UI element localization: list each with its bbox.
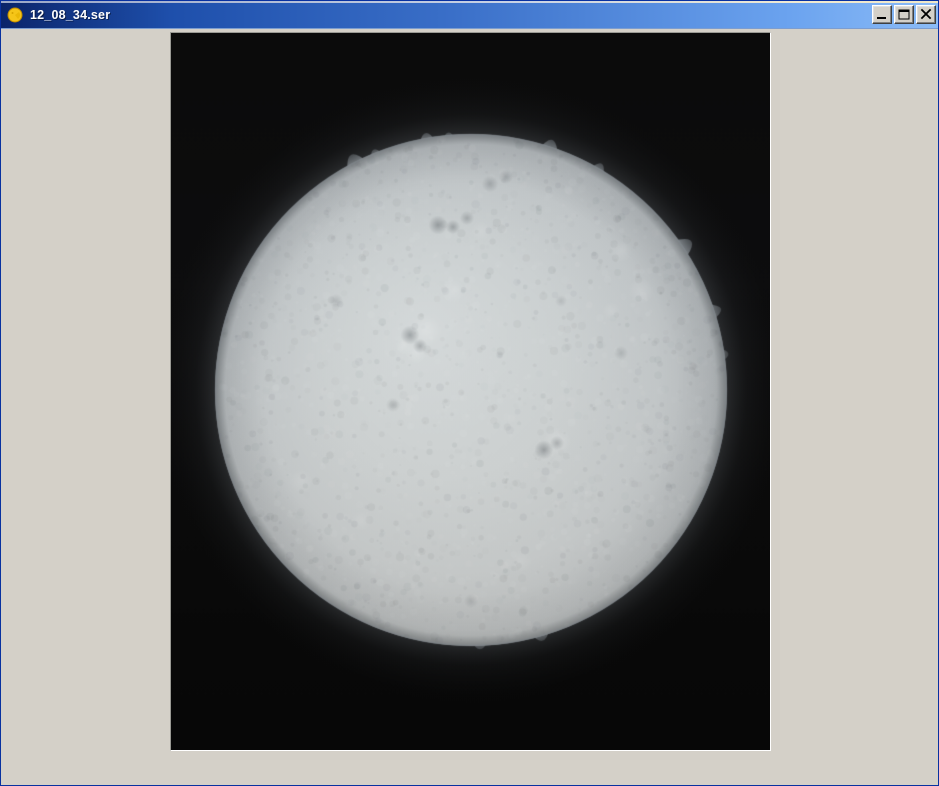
sun-icon <box>6 6 24 24</box>
solar-image-preview[interactable] <box>170 32 771 751</box>
title-bar[interactable]: 12_08_34.ser <box>1 1 938 29</box>
window-title: 12_08_34.ser <box>30 7 111 22</box>
application-window: 12_08_34.ser Gamma <box>0 0 939 786</box>
control-bar: Gamma Doppler T/C Nex <box>1 751 938 785</box>
maximize-button[interactable] <box>894 5 914 24</box>
close-button[interactable] <box>916 5 936 24</box>
titlebar-button-group <box>872 5 936 24</box>
minimize-button[interactable] <box>872 5 892 24</box>
solar-disc-image <box>171 33 770 750</box>
